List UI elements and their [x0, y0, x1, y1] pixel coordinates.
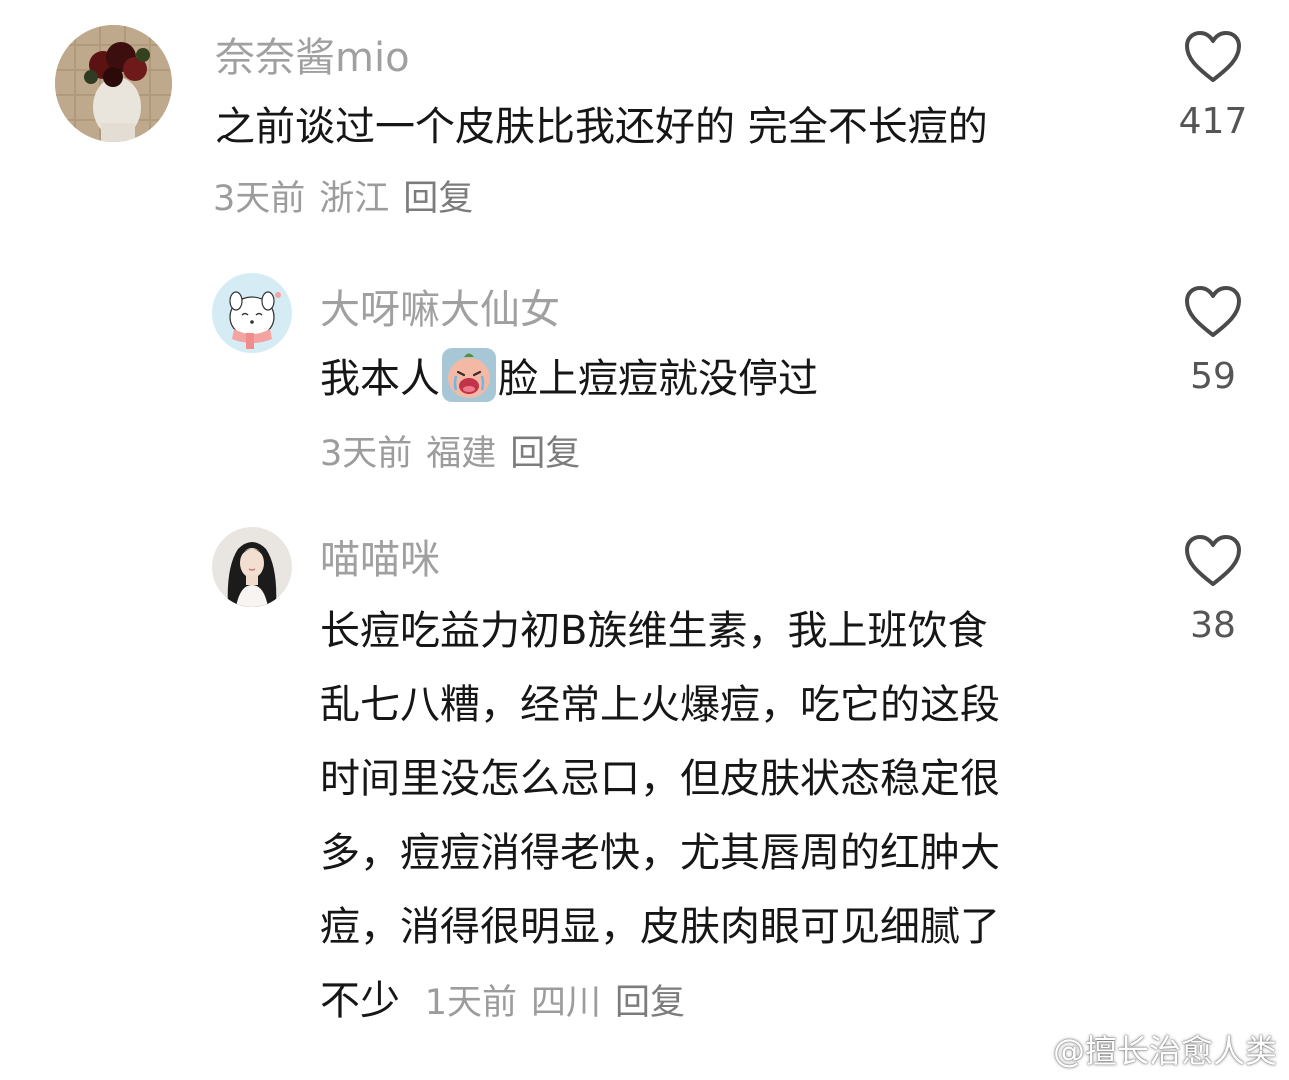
comment-time: 1天前 — [424, 983, 517, 1023]
like-button[interactable]: 417 — [1168, 30, 1258, 140]
comment-meta: 1天前 四川 回复 — [425, 983, 699, 1023]
avatar-image — [212, 527, 292, 607]
reply-button[interactable]: 回复 — [510, 434, 580, 474]
comment-location: 福建 — [426, 434, 497, 474]
avatar-image — [55, 25, 172, 142]
comment-meta: 3天前 浙江 回复 — [213, 182, 487, 217]
like-count: 417 — [1178, 101, 1248, 142]
comment-location: 浙江 — [319, 179, 390, 219]
comment-text-line: 乱七八糟，经常上火爆痘，吃它的这段 — [320, 682, 1000, 728]
avatar[interactable] — [212, 527, 292, 607]
comment-meta: 3天前 福建 回复 — [320, 437, 594, 472]
avatar[interactable] — [212, 273, 292, 353]
comment-text: 长痘吃益力初B族维生素，我上班饮食 乱七八糟，经常上火爆痘，吃它的这段 时间里没… — [320, 594, 1000, 1038]
like-button[interactable]: 59 — [1168, 285, 1258, 395]
heart-icon — [1185, 31, 1241, 82]
comment-text: 我本人 脸上痘痘就没停过 — [320, 342, 818, 416]
comment-text-line: 时间里没怎么忌口，但皮肤状态稳定很 — [320, 756, 1000, 802]
comment-text-line: 长痘吃益力初B族维生素，我上班饮食 — [320, 608, 988, 654]
comment-time: 3天前 — [213, 179, 306, 219]
comment-text-last-line: 不少 1天前 四川 回复 — [320, 964, 1000, 1038]
comment-time: 3天前 — [320, 434, 413, 474]
username[interactable]: 喵喵咪 — [320, 540, 440, 580]
comment-text-line: 痘，消得很明显，皮肤肉眼可见细腻了 — [320, 904, 1000, 950]
crying-face-sticker-icon — [442, 348, 496, 402]
like-button[interactable]: 38 — [1168, 534, 1258, 644]
comment-text: 之前谈过一个皮肤比我还好的 完全不长痘的 — [215, 104, 988, 150]
avatar[interactable] — [55, 25, 172, 142]
reply-button[interactable]: 回复 — [615, 983, 685, 1023]
heart-icon — [1185, 286, 1241, 337]
reply-button[interactable]: 回复 — [403, 179, 473, 219]
comment-text-part: 我本人 — [320, 356, 440, 402]
username[interactable]: 大呀嘛大仙女 — [320, 290, 560, 330]
comment-text-part: 脸上痘痘就没停过 — [498, 356, 818, 402]
comment-location: 四川 — [531, 983, 602, 1023]
avatar-image — [212, 273, 292, 353]
like-count: 38 — [1190, 605, 1236, 646]
watermark: @擅长治愈人类 — [1009, 1026, 1277, 1072]
like-count: 59 — [1190, 356, 1236, 397]
username[interactable]: 奈奈酱mio — [215, 38, 410, 78]
comment-text-line: 不少 — [320, 978, 400, 1024]
weibo-logo-icon — [1009, 1040, 1046, 1068]
heart-icon — [1185, 535, 1241, 586]
comment-text-line: 多，痘痘消得老快，尤其唇周的红肿大 — [320, 830, 1000, 876]
watermark-text: @擅长治愈人类 — [1052, 1032, 1277, 1070]
